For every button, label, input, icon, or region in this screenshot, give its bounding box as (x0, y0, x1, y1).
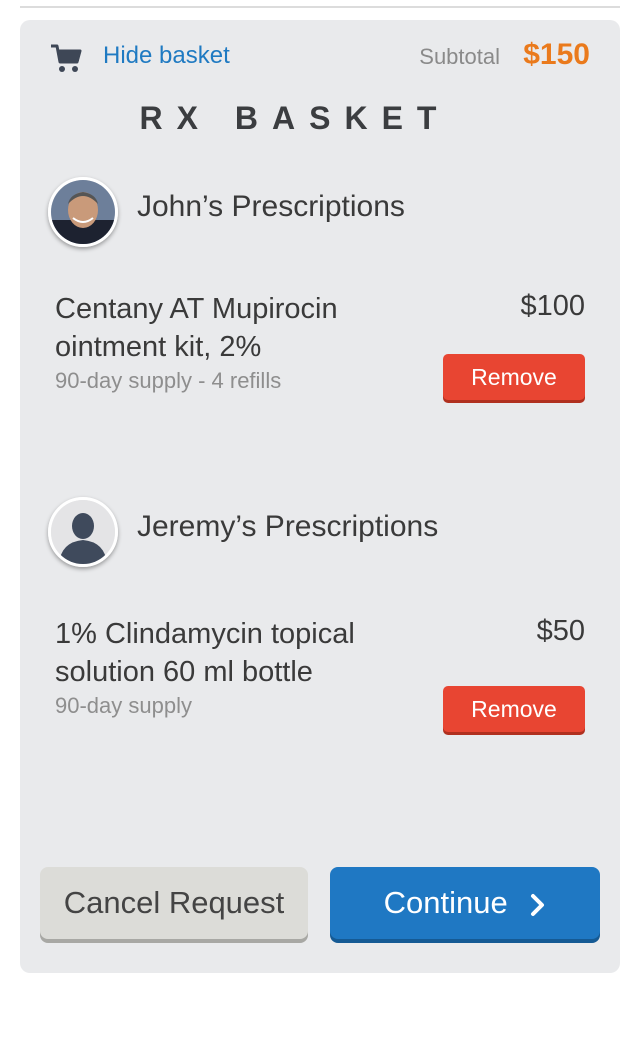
prescription-item: Centany AT Mupirocin ointment kit, 2% 90… (55, 290, 585, 410)
hide-basket-link[interactable]: Hide basket (103, 42, 230, 70)
page-title: RX BASKET (139, 100, 451, 136)
remove-button[interactable]: Remove (443, 354, 585, 400)
prescription-supply: 90-day supply (55, 693, 192, 718)
patient-name: Jeremy’s Prescriptions (137, 510, 439, 543)
prescription-name: Centany AT Mupirocin ointment kit, 2% (55, 293, 338, 363)
cancel-request-button[interactable]: Cancel Request (40, 867, 308, 939)
continue-label: Continue (383, 885, 508, 920)
remove-button[interactable]: Remove (443, 686, 585, 732)
avatar (48, 177, 118, 247)
cart-icon[interactable] (50, 44, 84, 74)
prescription-item: 1% Clindamycin topical solution 60 ml bo… (55, 615, 585, 735)
continue-button[interactable]: Continue (330, 867, 600, 939)
subtotal-value: $150 (523, 38, 590, 71)
prescription-price: $50 (536, 615, 585, 647)
rx-basket-panel: Hide basket Subtotal $150 RX BASKET John… (20, 20, 620, 973)
subtotal-label: Subtotal (419, 44, 500, 69)
basket-header: Hide basket Subtotal $150 (20, 20, 620, 100)
prescription-name: 1% Clindamycin topical solution 60 ml bo… (55, 618, 355, 688)
prescription-price: $100 (520, 290, 585, 322)
prescription-supply: 90-day supply - 4 refills (55, 368, 282, 393)
patient-header-jeremy: Jeremy’s Prescriptions (48, 497, 588, 567)
avatar (48, 497, 118, 567)
chevron-right-icon (531, 893, 545, 916)
top-divider (20, 6, 620, 8)
patient-header-john: John’s Prescriptions (48, 177, 588, 247)
patient-name: John’s Prescriptions (137, 190, 405, 223)
cancel-request-label: Cancel Request (63, 885, 285, 920)
